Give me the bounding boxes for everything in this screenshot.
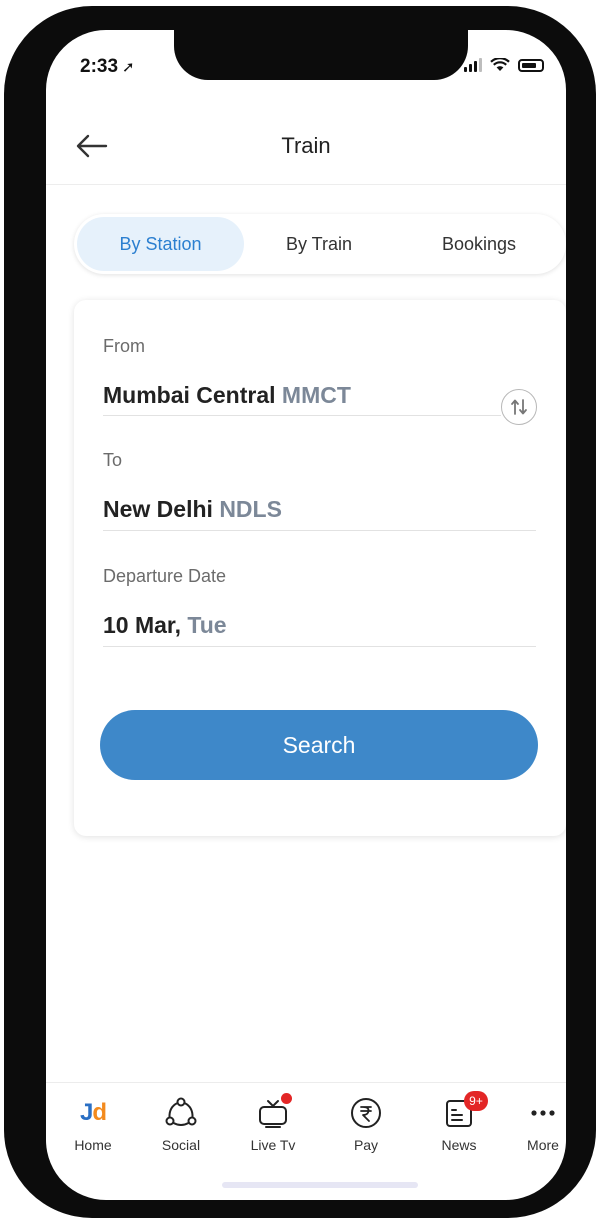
news-badge: 9+ bbox=[464, 1091, 488, 1111]
tab-bookings[interactable]: Bookings bbox=[404, 214, 554, 274]
from-divider bbox=[103, 415, 501, 416]
search-button[interactable]: Search bbox=[100, 710, 538, 780]
nav-home-label: Home bbox=[74, 1137, 112, 1153]
nav-pay[interactable]: Pay bbox=[331, 1083, 401, 1153]
nav-pay-label: Pay bbox=[353, 1137, 379, 1153]
screen: 2:33 ➚ Train By Station By Train Bookings bbox=[46, 30, 566, 1200]
battery-icon bbox=[518, 58, 544, 72]
app-bar: Train bbox=[46, 110, 566, 185]
to-code: NDLS bbox=[219, 496, 282, 522]
rupee-icon bbox=[351, 1098, 381, 1128]
to-divider bbox=[103, 530, 536, 531]
nav-social-label: Social bbox=[161, 1137, 201, 1153]
swap-arrows-icon bbox=[511, 399, 527, 415]
to-label: To bbox=[103, 450, 123, 470]
to-city: New Delhi bbox=[103, 496, 213, 522]
status-time: 2:33 ➚ bbox=[80, 56, 135, 78]
phone-frame: 2:33 ➚ Train By Station By Train Bookings bbox=[4, 6, 596, 1218]
nav-live-tv[interactable]: Live Tv bbox=[238, 1083, 308, 1153]
nav-more[interactable]: More bbox=[508, 1083, 566, 1153]
nav-live-tv-label: Live Tv bbox=[250, 1137, 296, 1153]
date-divider bbox=[103, 646, 536, 647]
location-arrow-icon: ➚ bbox=[122, 59, 135, 76]
from-label: From bbox=[103, 336, 145, 356]
status-icons bbox=[464, 58, 544, 72]
nav-social[interactable]: Social bbox=[146, 1083, 216, 1153]
page-title: Train bbox=[281, 133, 331, 158]
date-day: 10 Mar, bbox=[103, 612, 181, 638]
jd-logo-icon: Jd bbox=[79, 1099, 107, 1126]
live-tv-notification-dot bbox=[281, 1093, 292, 1104]
home-indicator[interactable] bbox=[222, 1182, 418, 1188]
more-icon bbox=[531, 1110, 555, 1116]
notch bbox=[174, 30, 468, 80]
from-city: Mumbai Central bbox=[103, 382, 276, 408]
tab-by-train[interactable]: By Train bbox=[244, 214, 394, 274]
from-field[interactable]: Mumbai Central MMCT bbox=[103, 382, 351, 409]
social-icon bbox=[165, 1097, 197, 1126]
signal-icon bbox=[464, 58, 482, 72]
bottom-nav: Jd Home Social Live Tv Pay 9+ News More bbox=[46, 1082, 566, 1163]
to-field[interactable]: New Delhi NDLS bbox=[103, 496, 282, 523]
nav-more-label: More bbox=[527, 1137, 559, 1153]
tab-by-station[interactable]: By Station bbox=[77, 217, 244, 271]
nav-news-label: News bbox=[441, 1137, 477, 1153]
wifi-icon bbox=[490, 58, 510, 71]
status-time-text: 2:33 bbox=[80, 56, 119, 77]
nav-news[interactable]: 9+ News bbox=[424, 1083, 494, 1153]
from-code: MMCT bbox=[281, 382, 351, 408]
nav-home[interactable]: Jd Home bbox=[58, 1083, 128, 1153]
departure-date-field[interactable]: 10 Mar, Tue bbox=[103, 612, 227, 639]
swap-stations-button[interactable] bbox=[501, 389, 537, 425]
departure-date-label: Departure Date bbox=[103, 566, 227, 586]
date-weekday: Tue bbox=[187, 612, 227, 638]
search-mode-tabs: By Station By Train Bookings bbox=[74, 214, 566, 274]
search-form-card: From Mumbai Central MMCT To New Delhi ND… bbox=[74, 300, 566, 836]
